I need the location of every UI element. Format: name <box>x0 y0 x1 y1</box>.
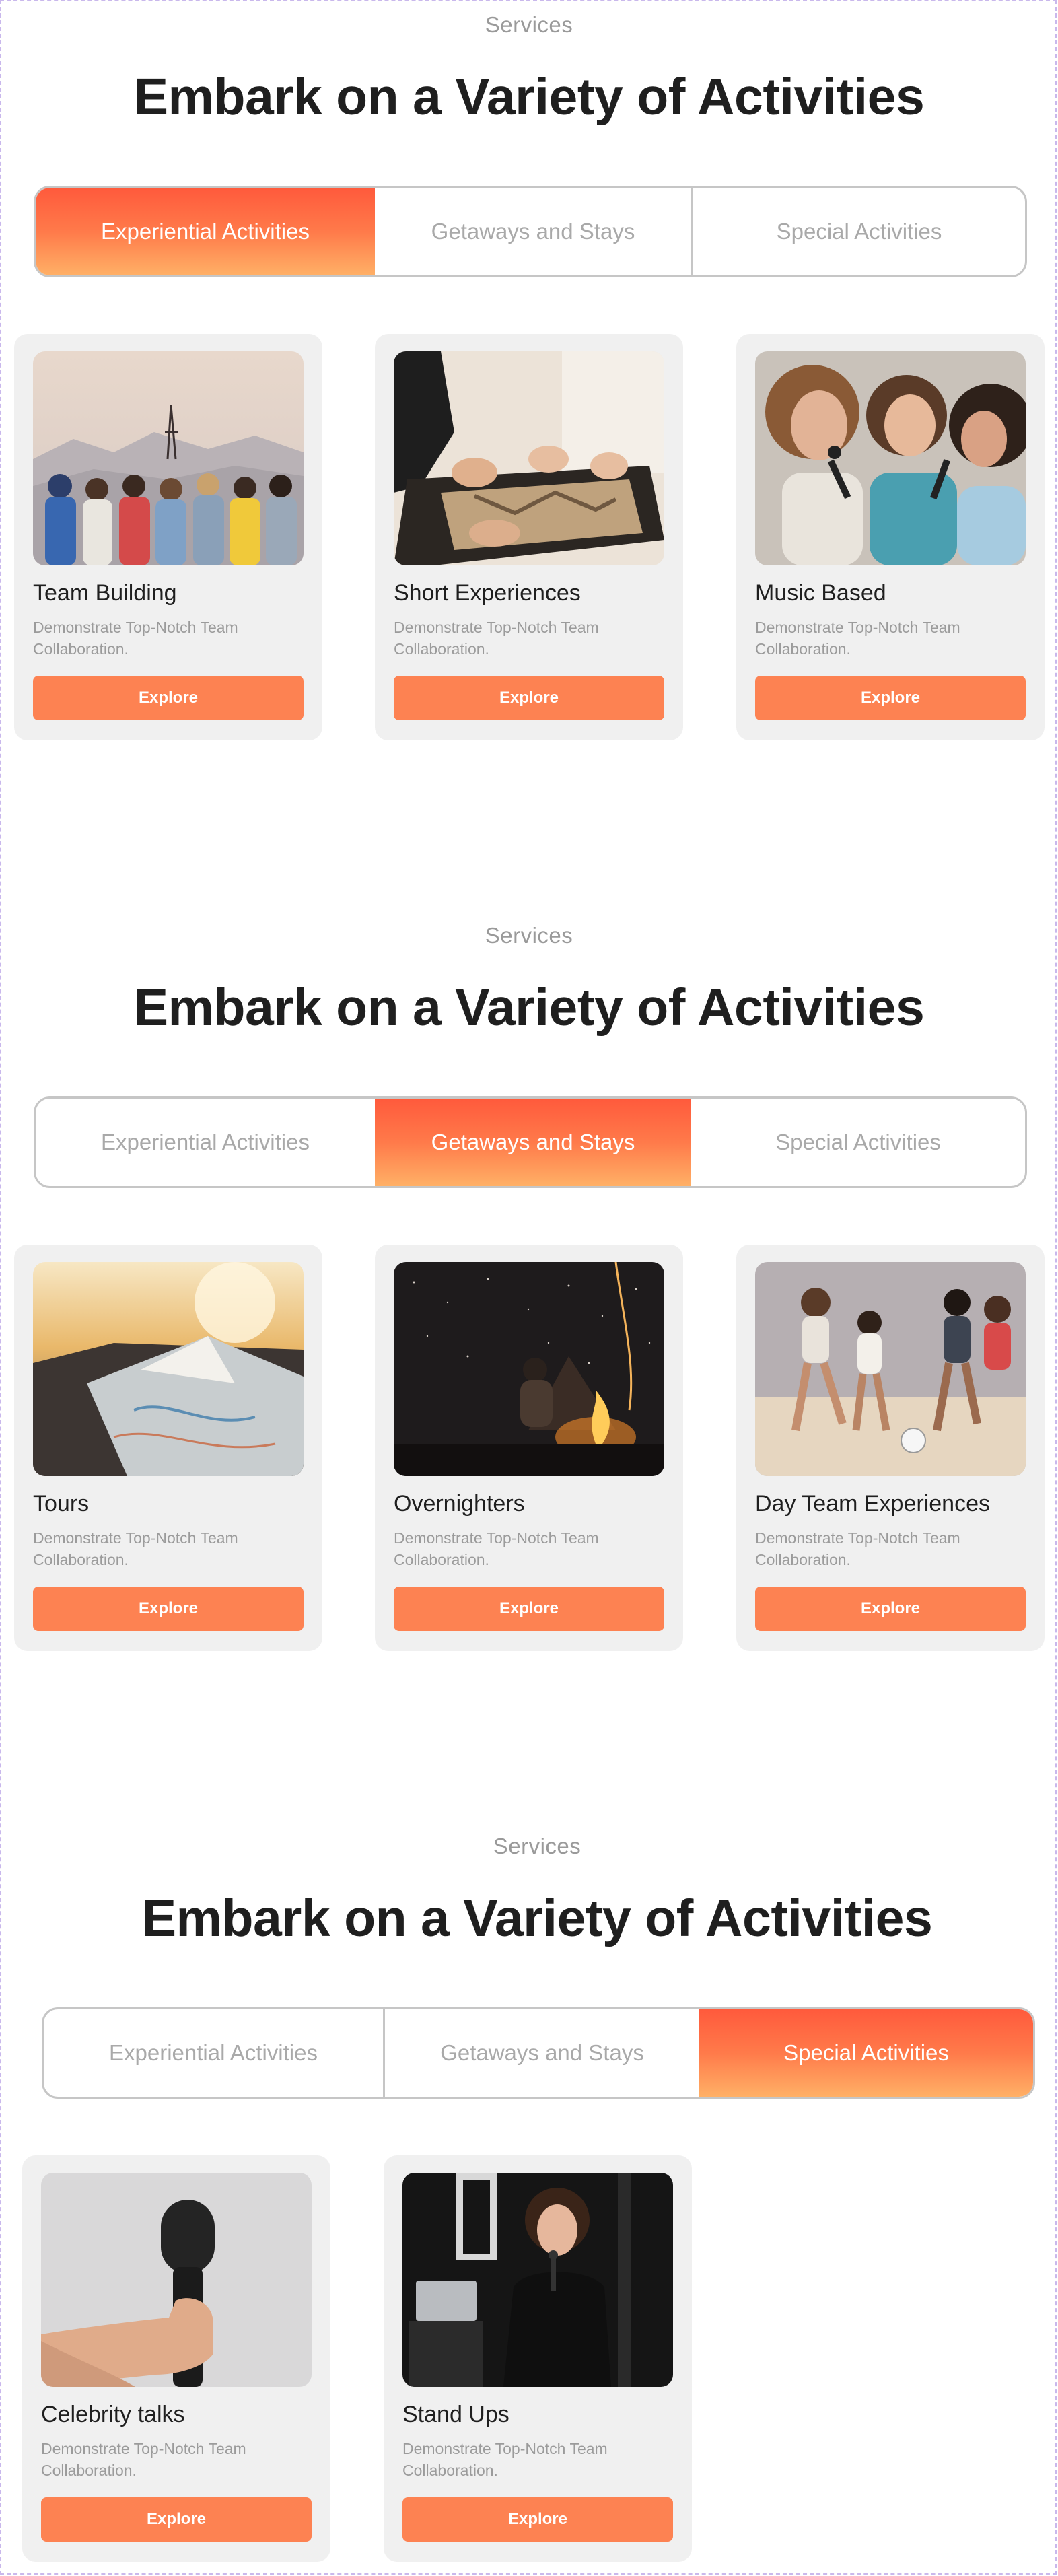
women-singing-karaoke-photo <box>755 351 1026 565</box>
tab-getaways-and-stays[interactable]: Getaways and Stays <box>375 188 691 275</box>
card-description: Demonstrate Top-Notch Team Collaboration… <box>402 2440 608 2479</box>
section-title: Embark on a Variety of Activities <box>133 979 925 1037</box>
explore-button[interactable]: Explore <box>33 1587 304 1631</box>
activity-card-overnighters: Overnighters Demonstrate Top-Notch Team … <box>375 1245 683 1651</box>
card-title: Team Building <box>33 580 177 606</box>
card-description: Demonstrate Top-Notch Team Collaboration… <box>33 1529 238 1568</box>
tab-experiential-activities[interactable]: Experiential Activities <box>44 2009 383 2097</box>
card-title: Music Based <box>755 580 886 606</box>
tab-experiential-activities[interactable]: Experiential Activities <box>36 188 375 275</box>
activity-card-short-experiences: Short Experiences Demonstrate Top-Notch … <box>375 334 683 740</box>
hand-holding-microphone-photo <box>41 2173 312 2387</box>
card-title: Celebrity talks <box>41 2402 185 2427</box>
explore-button[interactable]: Explore <box>755 676 1026 720</box>
woman-on-stage-photo <box>402 2173 673 2387</box>
card-title: Stand Ups <box>402 2402 509 2427</box>
card-description: Demonstrate Top-Notch Team Collaboration… <box>394 1529 599 1568</box>
activity-tabs: Experiential Activities Getaways and Sta… <box>42 2007 1035 2099</box>
map-on-dashboard-photo <box>33 1262 304 1476</box>
tab-experiential-activities[interactable]: Experiential Activities <box>36 1099 375 1186</box>
explore-button[interactable]: Explore <box>33 676 304 720</box>
card-title: Tours <box>33 1491 90 1517</box>
activity-tabs: Experiential Activities Getaways and Sta… <box>34 186 1027 277</box>
card-description: Demonstrate Top-Notch Team Collaboration… <box>41 2440 246 2479</box>
tab-getaways-and-stays[interactable]: Getaways and Stays <box>383 2009 699 2097</box>
explore-button[interactable]: Explore <box>41 2497 312 2542</box>
tab-special-activities[interactable]: Special Activities <box>691 188 1025 275</box>
section-eyebrow: Services <box>493 1834 581 1858</box>
card-title: Overnighters <box>394 1491 525 1517</box>
activity-card-tours: Tours Demonstrate Top-Notch Team Collabo… <box>14 1245 322 1651</box>
section-title: Embark on a Variety of Activities <box>141 1889 933 1947</box>
group-friends-mountain-photo <box>33 351 304 565</box>
activity-card-day-team-experiences: Day Team Experiences Demonstrate Top-Not… <box>736 1245 1045 1651</box>
card-description: Demonstrate Top-Notch Team Collaboration… <box>755 1529 960 1568</box>
section-title: Embark on a Variety of Activities <box>133 68 925 126</box>
explore-button[interactable]: Explore <box>394 1587 664 1631</box>
activity-card-stand-ups: Stand Ups Demonstrate Top-Notch Team Col… <box>384 2155 692 2562</box>
card-title: Day Team Experiences <box>755 1491 990 1517</box>
campfire-night-photo <box>394 1262 664 1476</box>
card-title: Short Experiences <box>394 580 581 606</box>
hands-puzzle-photo <box>394 351 664 565</box>
tab-getaways-and-stays[interactable]: Getaways and Stays <box>375 1099 691 1186</box>
activity-card-music-based: Music Based Demonstrate Top-Notch Team C… <box>736 334 1045 740</box>
card-description: Demonstrate Top-Notch Team Collaboration… <box>394 619 599 658</box>
beach-football-photo <box>755 1262 1026 1476</box>
explore-button[interactable]: Explore <box>402 2497 673 2542</box>
card-description: Demonstrate Top-Notch Team Collaboration… <box>33 619 238 658</box>
explore-button[interactable]: Explore <box>394 676 664 720</box>
explore-button[interactable]: Explore <box>755 1587 1026 1631</box>
activity-tabs: Experiential Activities Getaways and Sta… <box>34 1096 1027 1188</box>
tab-special-activities[interactable]: Special Activities <box>691 1099 1025 1186</box>
section-eyebrow: Services <box>485 923 573 948</box>
section-eyebrow: Services <box>485 12 573 37</box>
activity-card-celebrity-talks: Celebrity talks Demonstrate Top-Notch Te… <box>22 2155 330 2562</box>
card-description: Demonstrate Top-Notch Team Collaboration… <box>755 619 960 658</box>
tab-special-activities[interactable]: Special Activities <box>699 2009 1033 2097</box>
activity-card-team-building: Team Building Demonstrate Top-Notch Team… <box>14 334 322 740</box>
